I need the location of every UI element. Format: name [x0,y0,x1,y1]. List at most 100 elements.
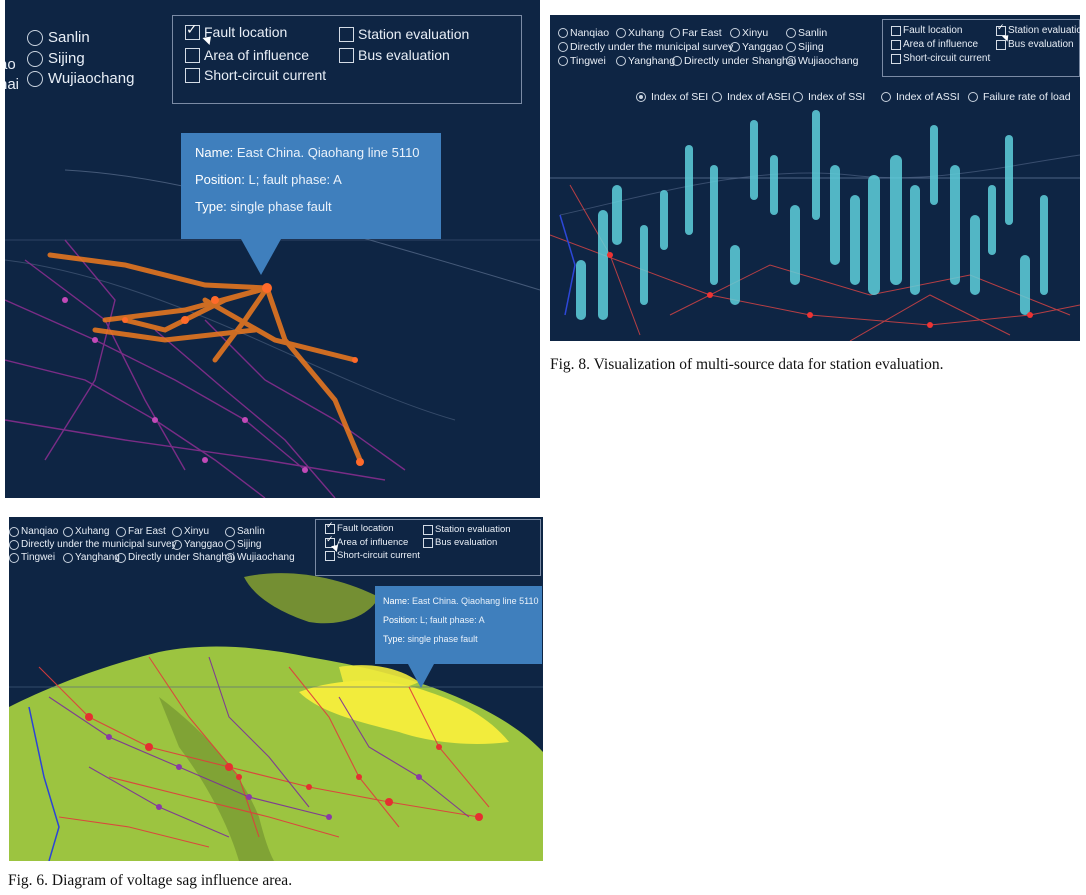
radio-circle [225,539,235,550]
radio-xuhang[interactable]: Xuhang [616,27,664,39]
radio-tingwei[interactable]: Tingwei [9,552,55,563]
radio-circle [63,526,73,537]
radio-circle [558,56,568,66]
radio-circle [712,92,722,102]
radio-circle [786,56,796,66]
radio-sanlin[interactable]: Sanlin [225,526,265,537]
radio-failure-rate[interactable]: Failure rate of load [968,91,1071,103]
radio-circle [9,552,19,563]
tooltip-type-line: Type: single phase fault [195,199,332,214]
radio-far-east[interactable]: Far East [116,526,166,537]
radio-circle [116,552,126,563]
tooltip-pointer [408,664,434,688]
checkbox-fault-location[interactable]: Fault location [185,22,287,40]
checkbox-box [996,39,1006,50]
checkbox-station-evaluation[interactable]: Station evaluation [996,23,1080,36]
radio-circle [558,28,568,38]
radio-index-sei[interactable]: Index of SEI [636,91,708,103]
checkbox-checked [325,521,335,534]
radio-partial-2: hai [5,76,20,93]
radio-index-ssi[interactable]: Index of SSI [793,91,865,103]
checkbox-box [325,550,335,561]
radio-partial-1: ao [5,56,16,73]
checkbox-fault-location[interactable]: Fault location [325,521,394,534]
checkbox-bus-evaluation[interactable]: Bus evaluation [339,47,450,63]
radio-xinyu[interactable]: Xinyu [172,526,209,537]
radio-directly-shanghai[interactable]: Directly under Shanghai [672,55,796,67]
radio-index-asei[interactable]: Index of ASEI [712,91,791,103]
checkbox-area-of-influence[interactable]: Area of influence [891,39,978,50]
radio-directly-shanghai[interactable]: Directly under Shanghai [116,552,235,563]
radio-circle [786,42,796,52]
checkbox-box [423,537,433,548]
radio-circle [730,42,740,52]
checkbox-box [185,67,200,83]
radio-circle [9,526,19,537]
tooltip-position-line: Position: L; fault phase: A [383,615,485,625]
radio-nanqiao[interactable]: Nanqiao [558,27,609,39]
radio-circle [616,28,626,38]
fault-tooltip: Name: East China. Qiaohang line 5110 Pos… [375,586,542,664]
radio-circle [27,50,43,67]
radio-circle [968,92,978,102]
radio-circle [225,552,235,563]
fault-tooltip: Name: East China. Qiaohang line 5110 Pos… [181,133,441,239]
checkbox-short-circuit-current[interactable]: Short-circuit current [325,550,420,561]
radio-sanlin[interactable]: Sanlin [27,29,90,46]
radio-yanggao[interactable]: Yanggao [172,539,223,550]
radio-circle [9,539,19,550]
tooltip-position-line: Position: L; fault phase: A [195,172,342,187]
radio-wujiaochang[interactable]: Wujiaochang [225,552,295,563]
radio-sijing[interactable]: Sijing [225,539,261,550]
figure-caption-8: Fig. 8. Visualization of multi-source da… [550,356,944,373]
tooltip-name-line: Name: East China. Qiaohang line 5110 [383,596,539,606]
radio-circle [793,92,803,102]
checkbox-short-circuit-current[interactable]: Short-circuit current [185,67,326,83]
radio-circle [672,56,682,66]
fig-fault-location-panel: ao hai Sanlin Sijing Wujiaochang Fault l… [5,0,540,498]
tooltip-name-line: Name: East China. Qiaohang line 5110 [195,145,420,160]
fig-influence-area-panel: Nanqiao Xuhang Far East Xinyu Sanlin Dir… [9,517,543,861]
checkbox-box [185,47,200,63]
checkbox-box [423,524,433,535]
checkbox-fault-location[interactable]: Fault location [891,25,962,36]
radio-circle [27,29,43,46]
checkbox-box [891,25,901,36]
checkbox-station-evaluation[interactable]: Station evaluation [423,524,511,535]
radio-index-assi[interactable]: Index of ASSI [881,91,960,103]
checkbox-bus-evaluation[interactable]: Bus evaluation [423,537,497,548]
fig-station-evaluation-panel: Nanqiao Xuhang Far East Xinyu Sanlin Dir… [550,15,1080,341]
radio-wujiaochang[interactable]: Wujiaochang [786,55,859,67]
radio-wujiaochang[interactable]: Wujiaochang [27,70,134,87]
checkbox-area-of-influence[interactable]: Area of influence [185,47,309,63]
figure-caption-6: Fig. 6. Diagram of voltage sag influence… [8,872,293,889]
radio-nanqiao[interactable]: Nanqiao [9,526,58,537]
radio-circle [172,539,182,550]
checkbox-station-evaluation[interactable]: Station evaluation [339,26,469,42]
radio-sanlin[interactable]: Sanlin [786,27,827,39]
radio-far-east[interactable]: Far East [670,27,722,39]
checkbox-box [339,26,354,42]
radio-circle [172,526,182,537]
checkbox-box [891,39,901,50]
radio-circle [616,56,626,66]
radio-circle [730,28,740,38]
radio-circle [116,526,126,537]
radio-yanghang[interactable]: Yanghang [616,55,675,67]
radio-selected [636,92,646,102]
checkbox-short-circuit-current[interactable]: Short-circuit current [891,53,990,64]
radio-circle [225,526,235,537]
radio-sijing[interactable]: Sijing [786,41,824,53]
radio-yanggao[interactable]: Yanggao [730,41,783,53]
tooltip-type-line: Type: single phase fault [383,634,478,644]
radio-circle [786,28,796,38]
radio-yanghang[interactable]: Yanghang [63,552,120,563]
radio-xinyu[interactable]: Xinyu [730,27,768,39]
radio-circle [27,70,43,87]
checkbox-checked [185,22,200,40]
radio-xuhang[interactable]: Xuhang [63,526,109,537]
radio-directly-survey[interactable]: Directly under the municipal survey [558,41,733,53]
radio-directly-survey[interactable]: Directly under the municipal survey [9,539,177,550]
radio-sijing[interactable]: Sijing [27,50,85,67]
radio-tingwei[interactable]: Tingwei [558,55,606,67]
